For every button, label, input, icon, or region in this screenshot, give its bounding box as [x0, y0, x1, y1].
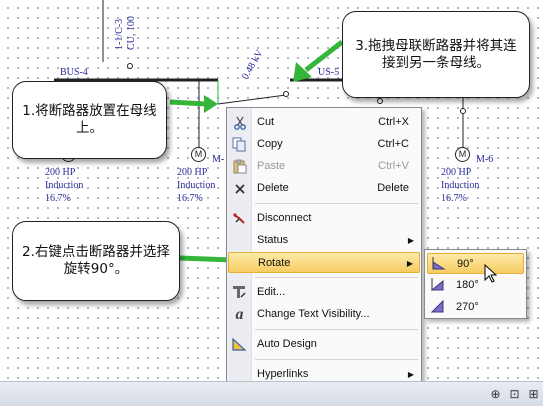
rotate-270-option[interactable]: 270° — [427, 297, 524, 318]
menu-item-label: Disconnect — [257, 212, 312, 224]
motor-icon[interactable]: M — [191, 147, 206, 162]
menu-separator — [255, 277, 418, 278]
motor-type: Induction — [441, 180, 480, 191]
menu-item-shortcut: Ctrl+V — [378, 160, 409, 172]
menu-item-label: Rotate — [258, 257, 291, 269]
rotate-option-label: 180° — [456, 279, 479, 291]
menu-item-auto-design[interactable]: Auto Design — [228, 334, 420, 355]
paste-icon — [231, 158, 248, 175]
menu-item-cut[interactable]: Cut Ctrl+X — [228, 112, 420, 133]
menu-item-copy[interactable]: Copy Ctrl+C — [228, 134, 420, 155]
menu-item-shortcut: Delete — [377, 182, 409, 194]
rotate-270-icon — [430, 299, 447, 316]
disconnect-icon — [231, 210, 248, 227]
menu-item-disconnect[interactable]: Disconnect — [228, 208, 420, 229]
auto-design-icon — [231, 336, 248, 353]
mouse-cursor-icon — [484, 264, 498, 283]
zoom-icon[interactable]: ⊕ — [486, 385, 505, 404]
menu-item-paste[interactable]: Paste Ctrl+V — [228, 156, 420, 177]
motor-1-info: 200 HP Induction 16.7% — [45, 166, 83, 205]
menu-item-change-text-visibility[interactable]: a Change Text Visibility... — [228, 304, 420, 325]
menu-item-label: Auto Design — [257, 338, 317, 350]
motor-3-info: 200 HP Induction 16.7% — [441, 166, 479, 205]
rotate-option-label: 90° — [457, 258, 474, 270]
menu-item-label: Cut — [257, 116, 275, 128]
callout-step-2: 2.右键点击断路器并选择旋转90°。 — [12, 221, 180, 301]
edit-icon — [231, 284, 248, 301]
motor-percent: 16.7% — [45, 193, 71, 204]
context-menu[interactable]: Cut Ctrl+X Copy Ctrl+C Paste Ctrl+V Dele… — [226, 107, 422, 387]
zoom-fit-icon[interactable]: ⊞ — [524, 385, 543, 404]
motor-hp: 200 HP — [177, 167, 208, 178]
zoom-window-icon[interactable]: ⊡ — [505, 385, 524, 404]
submenu-arrow-icon: ▶ — [407, 236, 414, 245]
submenu-arrow-icon: ▶ — [406, 259, 413, 268]
menu-item-shortcut: Ctrl+C — [377, 138, 409, 150]
menu-item-delete[interactable]: Delete Delete — [228, 178, 420, 199]
menu-item-label: Status — [257, 234, 289, 246]
rotate-option-label: 270° — [456, 301, 479, 313]
motor-percent: 16.7% — [177, 193, 203, 204]
rotate-180-icon — [430, 277, 447, 294]
menu-item-label: Change Text Visibility... — [257, 308, 370, 320]
motor-percent: 16.7% — [441, 193, 467, 204]
menu-item-label: Delete — [257, 182, 289, 194]
motor-type: Induction — [177, 180, 216, 191]
motor-hp: 200 HP — [441, 167, 472, 178]
motor-type: Induction — [45, 180, 84, 191]
motor-hp: 200 HP — [45, 167, 76, 178]
menu-separator — [255, 359, 418, 360]
menu-item-label: Copy — [257, 138, 283, 150]
motor-2-name: M- — [212, 154, 225, 165]
rotate-submenu[interactable]: 90° 180° 270° — [424, 249, 527, 319]
rotate-90-option[interactable]: 90° — [427, 253, 524, 274]
bus-5-label: US-5 — [318, 67, 340, 78]
menu-item-rotate[interactable]: Rotate ▶ — [228, 252, 420, 273]
motor-2-info: 200 HP Induction 16.7% — [177, 166, 215, 205]
bus-4-label: BUS-4 — [60, 67, 88, 78]
status-toolbar: ⊕ ⊡ ⊞ — [0, 381, 543, 406]
delete-icon — [231, 180, 248, 197]
menu-item-label: Paste — [257, 160, 286, 172]
text-visibility-icon: a — [235, 306, 244, 323]
callout-step-1: 1.将断路器放置在母线上。 — [12, 81, 167, 159]
copy-icon — [231, 136, 248, 153]
menu-item-label: Edit... — [257, 286, 286, 298]
scissors-icon — [231, 114, 248, 131]
motor-icon[interactable]: M — [455, 147, 470, 162]
callout-step-3: 3.拖拽母联断路器并将其连接到另一条母线。 — [342, 11, 530, 98]
cable-spec-label: CU, 100 — [126, 16, 137, 50]
menu-item-edit[interactable]: Edit... — [228, 282, 420, 303]
menu-separator — [255, 203, 418, 204]
menu-item-shortcut: Ctrl+X — [378, 116, 409, 128]
rotate-90-icon — [431, 256, 448, 273]
menu-item-status[interactable]: Status ▶ — [228, 230, 420, 251]
cable-id-label: 1-1/C-3 — [114, 18, 125, 50]
motor-3-name: M-6 — [476, 154, 494, 165]
menu-separator — [255, 329, 418, 330]
rotate-180-option[interactable]: 180° — [427, 275, 524, 296]
